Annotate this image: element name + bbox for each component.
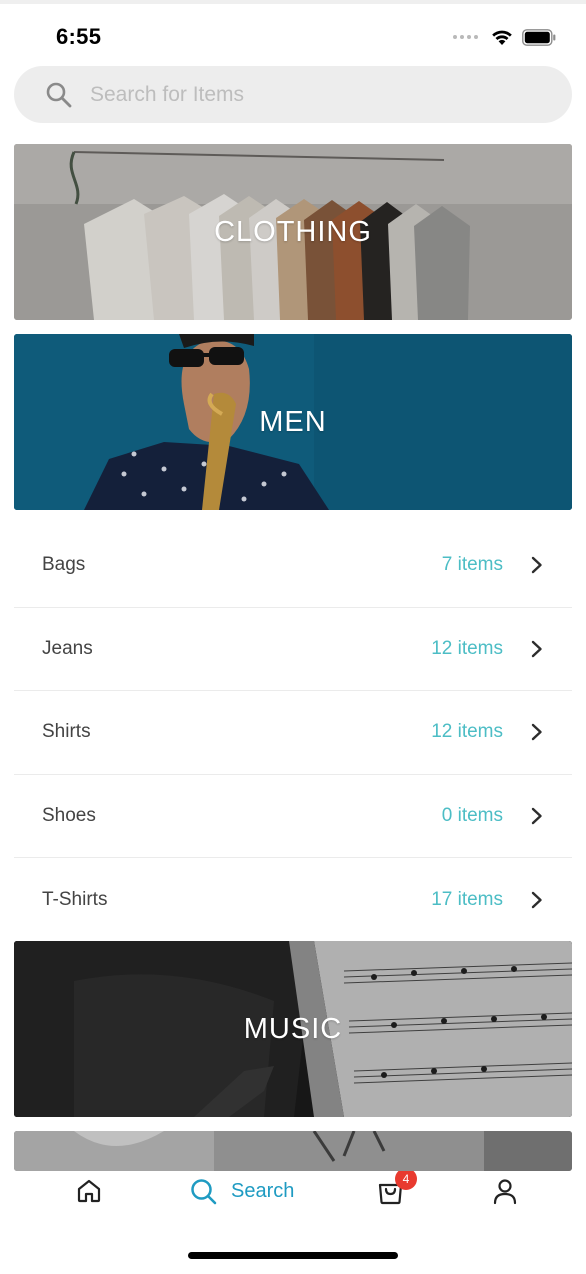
item-name: Jeans [42,637,93,659]
status-bar: 6:55 [0,4,586,64]
item-name: Shoes [42,804,96,826]
item-count: 12 items [431,721,503,743]
tab-account[interactable] [492,1174,518,1208]
search-bar[interactable] [14,66,572,123]
wifi-icon [492,30,512,45]
category-image [14,1131,572,1171]
item-name: Shirts [42,721,91,743]
item-count: 0 items [441,804,503,826]
signal-icon [453,35,478,39]
category-banner-men[interactable]: MEN [14,334,572,510]
home-icon [77,1179,101,1203]
chevron-right-icon [531,557,542,574]
tab-search[interactable]: Search [190,1174,294,1208]
chevron-right-icon [531,640,542,657]
tab-search-label: Search [231,1179,295,1202]
subcategory-list: Bags 7 items Jeans 12 items Shirts 12 it… [14,524,572,942]
search-input[interactable] [90,78,550,112]
item-count: 17 items [431,888,503,910]
item-count: 12 items [431,637,503,659]
item-name: T-Shirts [42,888,108,910]
item-count: 7 items [441,554,503,576]
list-item[interactable]: Shirts 12 items [14,691,572,775]
chevron-right-icon [531,891,542,908]
status-icons [453,28,556,46]
user-icon [493,1178,517,1204]
banner-title-clothing: CLOTHING [214,215,372,248]
category-banner-music[interactable]: MUSIC [14,941,572,1117]
tab-cart[interactable]: 4 [377,1168,417,1208]
cart-badge: 4 [395,1168,417,1190]
list-item[interactable]: Shoes 0 items [14,775,572,858]
banner-title-men: MEN [259,405,327,438]
category-banner-clothing[interactable]: CLOTHING [14,144,572,320]
list-item[interactable]: T-Shirts 17 items [14,858,572,942]
tab-home[interactable] [76,1174,102,1208]
search-icon [191,1178,217,1204]
chevron-right-icon [531,724,542,741]
category-banner-partial[interactable] [14,1131,572,1171]
battery-icon [522,28,556,46]
chevron-right-icon [531,807,542,824]
list-item[interactable]: Bags 7 items [14,524,572,608]
search-icon [46,82,72,108]
list-item[interactable]: Jeans 12 items [14,608,572,691]
home-indicator [188,1252,398,1259]
item-name: Bags [42,554,86,576]
status-time: 6:55 [56,24,102,49]
banner-title-music: MUSIC [243,1012,343,1045]
